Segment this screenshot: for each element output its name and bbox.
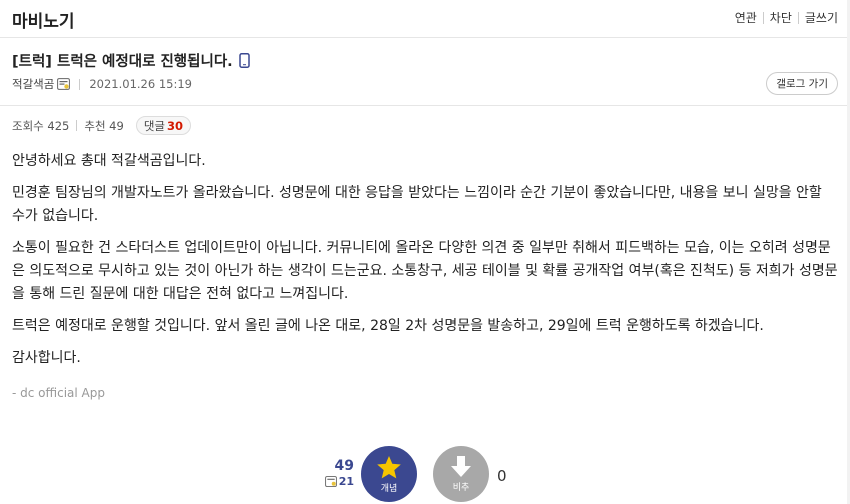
paragraph: 민경훈 팀장님의 개발자노트가 올라왔습니다. 성명문에 대한 응답을 받았다는… <box>12 185 822 224</box>
fixed-member-icon <box>57 78 71 90</box>
post-meta: 적갈색곰 2021.01.26 15:19 <box>12 76 192 92</box>
divider <box>79 78 81 90</box>
paragraph: 안녕하세요 총대 적갈색곰입니다. <box>12 153 206 169</box>
comment-label: 댓글 <box>143 118 165 133</box>
fixed-recommend: 21 <box>320 475 354 488</box>
fixed-recommend-count: 21 <box>338 475 354 488</box>
write-link[interactable]: 글쓰기 <box>805 9 838 26</box>
post-title: [트럭] 트럭은 예정대로 진행됩니다. <box>12 50 250 71</box>
top-links: 연관 차단 글쓰기 <box>735 9 838 26</box>
divider <box>76 120 78 131</box>
post-stats: 조회수 425 추천 49 댓글 30 <box>12 116 191 135</box>
vote-area: 49 21 개념 비추 0 <box>0 445 850 504</box>
post-body: 안녕하세요 총대 적갈색곰입니다. 민경훈 팀장님의 개발자노트가 올라왔습니다… <box>12 150 838 414</box>
post-title-text: [트럭] 트럭은 예정대로 진행됩니다. <box>12 54 233 70</box>
author-name[interactable]: 적갈색곰 <box>12 76 54 92</box>
paragraph: 트럭은 예정대로 운행할 것입니다. 앞서 올린 글에 나온 대로, 28일 2… <box>12 318 764 334</box>
down-arrow-icon <box>451 456 471 477</box>
gallery-name[interactable]: 마비노기 <box>12 7 75 32</box>
app-signature: - dc official App <box>12 386 105 400</box>
divider <box>797 11 799 24</box>
gallog-button[interactable]: 갤로그 가기 <box>766 72 838 95</box>
upvote-label: 개념 <box>380 483 398 494</box>
paragraph: 소통이 필요한 건 스타더스트 업데이트만이 아닙니다. 커뮤니티에 올라온 다… <box>12 240 838 302</box>
block-link[interactable]: 차단 <box>770 9 792 26</box>
comment-count-button[interactable]: 댓글 30 <box>135 116 191 135</box>
mobile-phone-icon <box>238 53 250 68</box>
top-bar: 마비노기 연관 차단 글쓰기 <box>0 0 850 38</box>
divider <box>762 11 764 24</box>
recommend-count: 49 <box>334 458 354 474</box>
upvote-button[interactable]: 개념 <box>361 446 417 502</box>
paragraph: 감사합니다. <box>12 350 81 366</box>
comment-count: 30 <box>166 118 183 133</box>
divider <box>0 105 850 106</box>
related-link[interactable]: 연관 <box>735 9 757 26</box>
recommend-count-label: 추천 49 <box>84 118 124 133</box>
downvote-count: 0 <box>497 467 507 485</box>
downvote-label: 비추 <box>452 483 470 493</box>
fixed-member-icon <box>324 476 337 487</box>
star-icon <box>377 455 401 478</box>
downvote-button[interactable]: 비추 <box>433 446 489 502</box>
view-count: 조회수 425 <box>12 118 70 133</box>
vote-counts: 49 21 <box>320 458 354 488</box>
post-date: 2021.01.26 15:19 <box>89 77 192 91</box>
